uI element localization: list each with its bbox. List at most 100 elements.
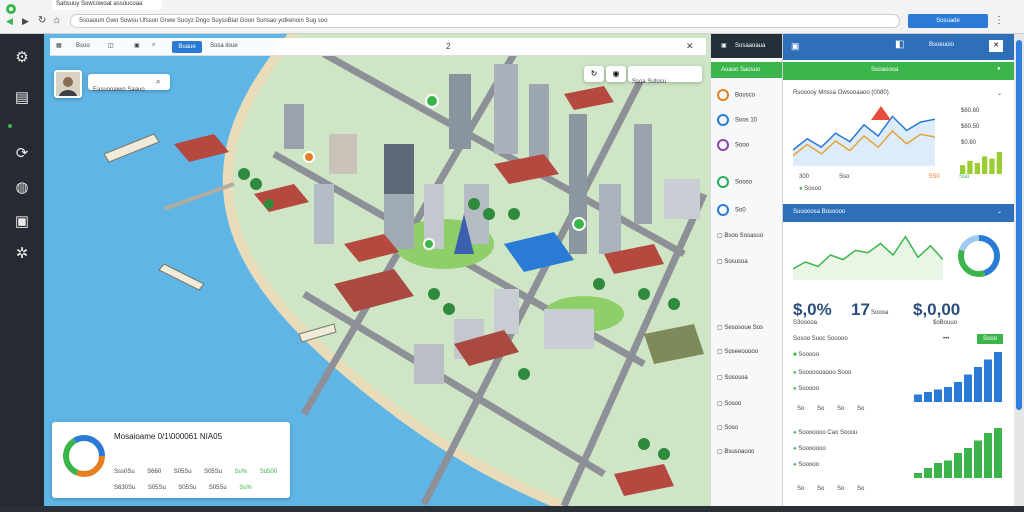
map-icon[interactable]: ◫ — [108, 42, 114, 49]
list-item[interactable]: Sooo — [717, 139, 749, 151]
more-icon[interactable]: ••• — [943, 336, 949, 342]
back-icon[interactable]: ◀ — [6, 16, 13, 27]
axis-tick: Sso — [959, 174, 970, 180]
monitor-icon[interactable]: ▤ — [12, 88, 32, 108]
list-item[interactable]: ▢ Soso — [717, 424, 738, 431]
search-hint: Sosa iisue — [210, 43, 238, 49]
donut-chart — [958, 235, 1000, 277]
user-name-card[interactable]: Easuooaiwo Saauo ⌕ — [88, 74, 170, 93]
address-bar[interactable]: Ssoaoum Gwo Sowsu Ufsson Grww Suoyz Dngo… — [70, 14, 900, 28]
location-icon[interactable]: ◉ — [606, 66, 626, 82]
search-button[interactable]: Buaue — [172, 41, 202, 53]
panel-title: Bsoeuoio — [929, 42, 955, 48]
stats-row-2: S630Su S05Su S05Su S05Su Su% — [114, 476, 252, 494]
list-item[interactable]: Soos 10 — [717, 114, 757, 126]
refresh-icon[interactable]: ⟳ — [12, 144, 32, 164]
analytics-panel: ▣ ◧ Bsoeuoio ✕ Sooaoooa ● Rsooooy Mnssa … — [782, 34, 1015, 506]
map-toolbar: ▦ Bsoo ◫ ▣ ⌕ Buaue Sosa iisue 2 ✕ — [50, 38, 706, 56]
stat-value: S05Su — [208, 485, 227, 491]
bar — [984, 359, 992, 402]
axis-tick: So — [797, 486, 805, 492]
side-list-title: Sosaaoaua — [735, 43, 766, 49]
close-icon[interactable]: ✕ — [686, 41, 694, 52]
section3-button[interactable]: Sooo — [977, 334, 1003, 344]
panel-green-bar — [783, 62, 1015, 80]
monitor-icon[interactable]: ▣ — [12, 212, 32, 232]
axis-tick: So — [837, 486, 845, 492]
list-item[interactable]: ▢ Sosoo — [717, 400, 741, 407]
side-list-icon: ▣ — [721, 43, 727, 49]
stat-value: S05Su — [173, 469, 192, 475]
stat-value: S630Su — [114, 485, 136, 491]
chart-area — [793, 236, 943, 280]
metric-sub: S3ooooa — [793, 320, 818, 326]
avatar[interactable] — [54, 70, 82, 98]
status-dot-icon — [8, 124, 12, 128]
search-icon[interactable]: ⌕ — [152, 42, 155, 49]
metric-value: 17 — [851, 300, 870, 319]
axis-tick: Sso — [839, 174, 850, 180]
side-list: ▣ Sosaaoaua Aoaoo Saosuo Bousco Soos 10 … — [710, 34, 783, 506]
split-icon[interactable]: ◧ — [895, 39, 904, 50]
gear-icon[interactable]: ⚙ — [12, 48, 32, 68]
forward-icon[interactable]: ▶ — [22, 16, 29, 27]
section3-row: ● Sooooooaooo Sooo — [793, 370, 852, 376]
chart1-legend: ● Sosoo — [799, 186, 822, 192]
home-icon[interactable]: ⌂ — [54, 15, 60, 26]
list-item[interactable]: So0 — [717, 204, 746, 216]
globe-icon[interactable]: ◍ — [12, 178, 32, 198]
browser-tab[interactable]: Sabsuuy Sowcowoat assoucoaa — [52, 0, 162, 10]
layers-label: Ssoa Sutosu — [632, 79, 667, 85]
peak-marker — [871, 106, 891, 120]
stat-value: S05Su — [147, 485, 166, 491]
grid-icon[interactable]: ▦ — [56, 42, 62, 49]
axis-tick: So — [837, 406, 845, 412]
chart1-value: $0.60 — [961, 140, 977, 146]
menu-icon[interactable]: ⋮ — [994, 15, 1004, 26]
stats-title: Mosaioame 0/1\000061 NIA05 — [114, 432, 223, 441]
list-item[interactable]: ▢ Bsusoauoo — [717, 448, 754, 455]
chevron-down-icon[interactable]: ⌄ — [997, 90, 1002, 97]
bar — [964, 448, 972, 478]
toolbar-item[interactable]: Bsoo — [76, 43, 90, 49]
bar — [974, 440, 982, 478]
bar — [960, 165, 966, 174]
list-item[interactable]: ▢ Bsoo Sosasuo — [717, 232, 763, 239]
layers-icon[interactable]: ▣ — [134, 42, 140, 49]
page-number: 2 — [446, 42, 451, 51]
list-item[interactable]: ▢ Sesosoue Sos — [717, 324, 763, 331]
metric-sub: Soooa — [871, 310, 889, 316]
list-item[interactable]: Sooso — [717, 176, 752, 188]
list-item[interactable]: ▢ Soseeouooo — [717, 348, 758, 355]
bar — [944, 460, 952, 478]
profile-button[interactable]: Sosuade — [908, 14, 988, 28]
bar — [964, 374, 972, 402]
scrollbar-thumb[interactable] — [1016, 40, 1022, 410]
settings-icon[interactable]: ● — [997, 66, 1001, 72]
bar — [914, 473, 922, 478]
bar — [924, 392, 932, 402]
chevron-down-icon[interactable]: ⌄ — [997, 208, 1002, 215]
stat-value: S660 — [147, 469, 162, 475]
donut-chart — [63, 435, 105, 477]
stat-value: Su% — [239, 485, 252, 491]
chart1-title: Rsooooy Mnssa Owsooaaoo (0080) — [793, 90, 889, 96]
stat-value: Su500 — [259, 469, 278, 475]
section3-row: ● Sooooo — [793, 386, 819, 392]
axis-tick: 300 — [799, 174, 810, 180]
cluster-icon[interactable]: ✲ — [12, 244, 32, 264]
stat-value: S05Su — [204, 469, 223, 475]
line-chart-1 — [793, 106, 935, 166]
reload-icon[interactable]: ↻ — [38, 15, 46, 26]
axis-tick: So — [857, 406, 865, 412]
section4-row: ● Sooooo — [793, 462, 819, 468]
list-item[interactable]: ▢ Sosusoa — [717, 258, 748, 265]
list-item[interactable]: ▢ Sososoa — [717, 374, 748, 381]
chart1-value: $60.60 — [961, 108, 980, 114]
list-item[interactable]: Bousco — [717, 89, 755, 101]
refresh-map-button[interactable]: ↻ — [584, 66, 604, 82]
search-icon[interactable]: ⌕ — [156, 77, 160, 87]
close-icon[interactable]: ✕ — [989, 40, 1003, 52]
stat-value: Su% — [234, 469, 248, 475]
layers-control[interactable]: Ssoa Sutosu — [628, 66, 702, 85]
